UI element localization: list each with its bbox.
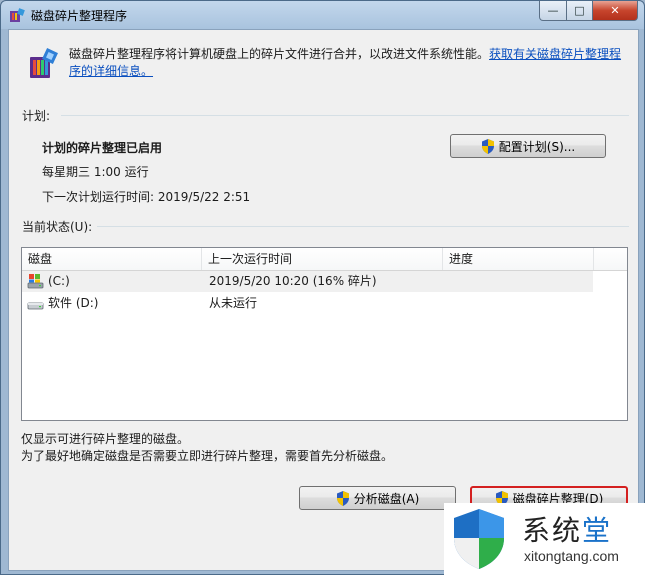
disk-name: 软件 (D:): [48, 296, 99, 310]
window-controls: — □ ✕: [539, 1, 638, 21]
configure-schedule-button[interactable]: 配置计划(S)...: [450, 134, 606, 158]
disk-list-header: 磁盘 上一次运行时间 进度: [22, 248, 627, 271]
watermark-url: xitongtang.com: [524, 548, 619, 564]
maximize-button[interactable]: □: [567, 1, 593, 21]
disk-list[interactable]: 磁盘 上一次运行时间 进度 (C:) 2019/5/20 10:20 (16% …: [21, 247, 628, 421]
uac-shield-icon: [336, 490, 349, 506]
system-drive-icon: [27, 274, 44, 289]
watermark-logo: 系统堂 xitongtang.com: [444, 503, 645, 575]
info-note-analyze: 为了最好地确定磁盘是否需要立即进行碎片整理，需要首先分析磁盘。: [21, 449, 394, 463]
schedule-section-label: 计划:: [22, 109, 51, 123]
configure-schedule-label: 配置计划(S)...: [498, 139, 576, 154]
disk-row-c[interactable]: (C:) 2019/5/20 10:20 (16% 碎片): [22, 271, 593, 292]
watermark-brand-a: 系统: [522, 514, 583, 547]
defrag-large-icon: [30, 48, 58, 78]
close-button[interactable]: ✕: [593, 1, 638, 21]
description: 磁盘碎片整理程序将计算机硬盘上的碎片文件进行合并，以改进文件系统性能。获取有关磁…: [69, 46, 629, 80]
status-divider: [97, 226, 629, 227]
analyze-disk-label: 分析磁盘(A): [353, 491, 420, 506]
minimize-button[interactable]: —: [539, 1, 567, 21]
window-title: 磁盘碎片整理程序: [31, 9, 128, 23]
last-run-time: 从未运行: [209, 296, 258, 310]
watermark-brand-b: 堂: [582, 514, 613, 547]
defrag-app-icon: [10, 8, 25, 22]
schedule-status: 计划的碎片整理已启用: [42, 141, 163, 155]
shield-logo-icon: [454, 509, 504, 569]
column-header-disk[interactable]: 磁盘: [22, 248, 202, 270]
schedule-next-run: 下一次计划运行时间: 2019/5/22 2:51: [42, 190, 251, 204]
disk-row-d[interactable]: 软件 (D:) 从未运行: [22, 293, 593, 314]
schedule-frequency: 每星期三 1:00 运行: [42, 165, 149, 179]
column-header-last-run[interactable]: 上一次运行时间: [202, 248, 443, 270]
column-header-progress[interactable]: 进度: [443, 248, 594, 270]
status-section-label: 当前状态(U):: [22, 220, 93, 234]
defragmenter-window: 磁盘碎片整理程序 — □ ✕ 磁盘碎片整理程序将计算机硬盘上的碎片文件进行合并，…: [0, 0, 645, 575]
dialog-body: 磁盘碎片整理程序将计算机硬盘上的碎片文件进行合并，以改进文件系统性能。获取有关磁…: [8, 29, 639, 571]
analyze-disk-button[interactable]: 分析磁盘(A): [299, 486, 456, 510]
title-bar[interactable]: 磁盘碎片整理程序 — □ ✕: [1, 1, 644, 29]
watermark-brand: 系统堂: [522, 509, 612, 549]
info-note: 仅显示可进行碎片整理的磁盘。: [21, 432, 190, 446]
last-run-time: 2019/5/20 10:20 (16% 碎片): [209, 274, 377, 288]
description-text: 磁盘碎片整理程序将计算机硬盘上的碎片文件进行合并，以改进文件系统性能。: [69, 47, 490, 61]
schedule-divider: [61, 115, 629, 116]
disk-name: (C:): [48, 274, 70, 288]
hard-drive-icon: [27, 302, 44, 310]
uac-shield-icon: [481, 138, 494, 154]
